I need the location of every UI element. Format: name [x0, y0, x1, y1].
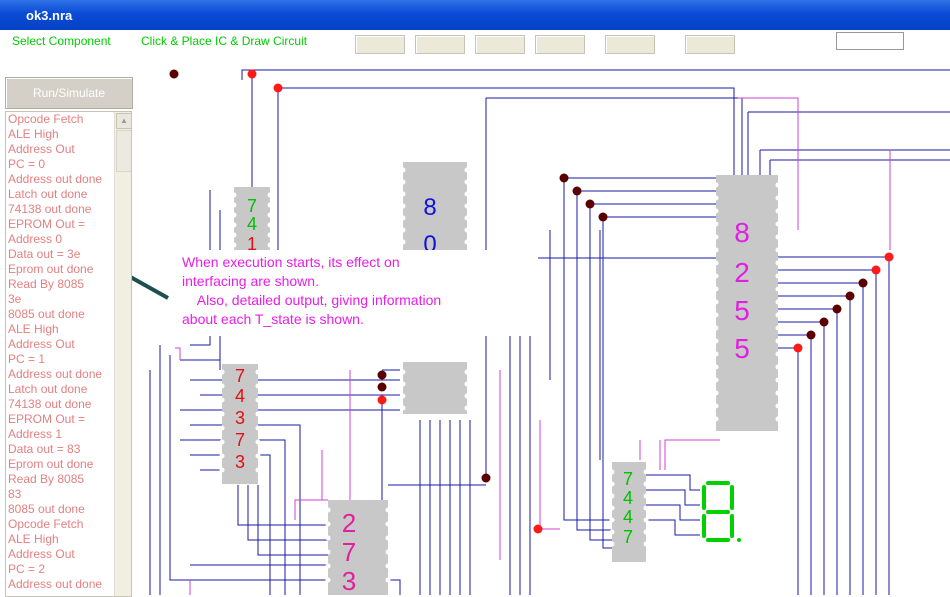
log-line: Address 1 [8, 427, 63, 441]
chip-74373[interactable]: 7 4 3 7 3 [219, 364, 261, 484]
chip-8255[interactable]: 8 2 5 5 [713, 175, 781, 431]
log-line: ALE High [8, 532, 59, 546]
chip-8255-digit: 5 [734, 295, 750, 326]
log-line: Opcode Fetch [8, 517, 84, 531]
log-line: EPROM Out = [8, 217, 86, 231]
chip-74273-digit: 2 [342, 508, 356, 538]
log-line: Data out = 3e [8, 247, 81, 261]
seven-segment-display [702, 481, 734, 542]
callout-text: When execution starts, its effect on int… [182, 254, 442, 327]
callout-box: When execution starts, its effect on int… [176, 250, 532, 336]
chip-74138-digit: 4 [247, 214, 257, 234]
log-line: Latch out done [8, 382, 88, 396]
scroll-thumb[interactable] [116, 130, 131, 172]
log-line: ALE High [8, 322, 59, 336]
chip-8255-digit: 5 [734, 333, 750, 364]
chip-74273[interactable]: 2 7 3 [325, 500, 391, 595]
chip-74273-digit: 7 [342, 537, 356, 567]
chip-7447-digit: 4 [623, 488, 633, 508]
log-line: Eprom out done [8, 457, 94, 471]
chip-7447-digit: 7 [623, 469, 633, 489]
chip-7447-digit: 7 [623, 527, 633, 547]
chip-7447-digit: 4 [623, 507, 633, 527]
log-line: Address Out [8, 547, 75, 561]
chip-74138-digit: 7 [247, 196, 257, 216]
chip-74373-digit: 3 [235, 408, 245, 428]
chip-74373-digit: 7 [235, 430, 245, 450]
seven-segment-dot [737, 538, 741, 542]
log-line: 8085 out done [8, 502, 85, 516]
log-line: PC = 0 [8, 157, 46, 171]
log-line: Address out done [8, 367, 103, 381]
log-line: 3e [8, 292, 22, 306]
wires-pink [175, 97, 891, 595]
chip-8255-digit: 8 [734, 217, 750, 248]
chip-7447[interactable]: 7 4 4 7 [609, 462, 649, 562]
log-line: ALE High [8, 127, 59, 141]
scroll-up-arrow-icon[interactable]: ▲ [116, 113, 131, 129]
run-simulate-button[interactable]: Run/Simulate [5, 77, 133, 109]
log-line: Address out done [8, 577, 103, 591]
log-line: PC = 2 [8, 562, 46, 576]
log-line: 8085 out done [8, 307, 85, 321]
log-line: Address Out [8, 142, 75, 156]
log-line: Data out = 83 [8, 442, 81, 456]
chip-74373-digit: 7 [235, 366, 245, 386]
log-line: Read By 8085 [8, 472, 85, 486]
log-line: Address 0 [8, 232, 63, 246]
chip-74373-digit: 4 [235, 386, 245, 406]
log-line: 83 [8, 487, 22, 501]
log-line: Opcode Fetch [8, 112, 84, 126]
log-scrollbar[interactable]: ▲ [114, 112, 131, 596]
chip-8085-digit: 8 [423, 194, 436, 221]
log-line: Address out done [8, 172, 103, 186]
log-line: EPROM Out = [8, 412, 86, 426]
log-line: PC = 1 [8, 352, 46, 366]
log-line: 74138 out done [8, 202, 92, 216]
simulation-log[interactable]: Opcode Fetch ALE High Address Out PC = 0… [5, 111, 132, 597]
log-line: 74138 out done [8, 397, 92, 411]
log-lines: Opcode Fetch ALE High Address Out PC = 0… [8, 112, 114, 592]
chip-74273-digit: 3 [342, 566, 356, 595]
chip-8255-digit: 2 [734, 257, 750, 288]
log-line: Latch out done [8, 187, 88, 201]
chip-74138[interactable]: 7 4 1 [231, 187, 273, 254]
log-line: Eprom out done [8, 262, 94, 276]
chip-74373-digit: 3 [235, 452, 245, 472]
log-line: Read By 8085 [8, 277, 85, 291]
log-line: Address Out [8, 337, 75, 351]
